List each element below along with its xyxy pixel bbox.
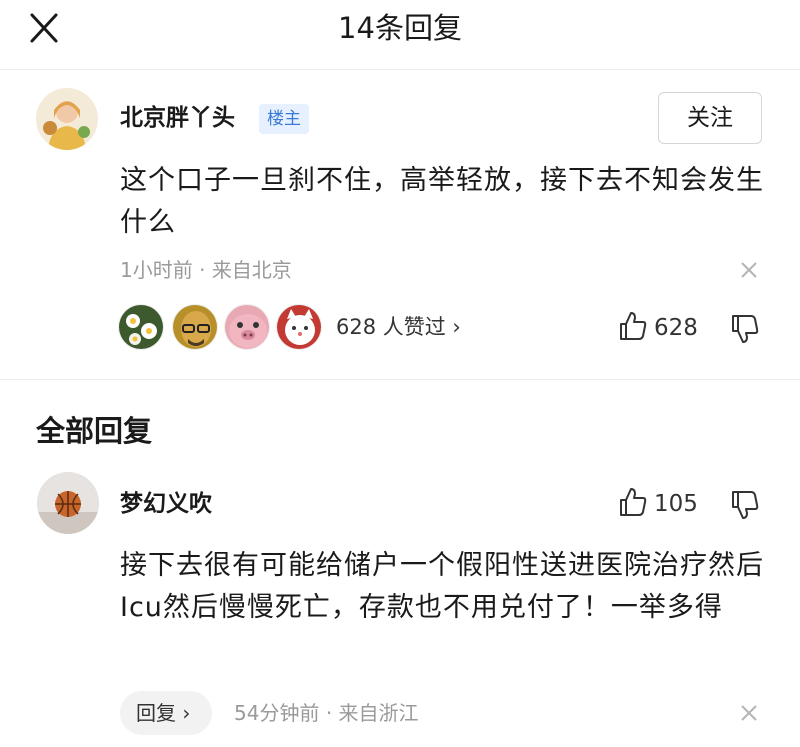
op-badge: 楼主: [259, 104, 309, 134]
reply-meta: 54分钟前 · 来自浙江: [234, 698, 419, 728]
comment-text: 这个口子一旦刹不住，高举轻放，接下去不知会发生什么: [120, 165, 764, 238]
header-bar: 14条回复: [0, 0, 800, 70]
meta-separator: ·: [325, 701, 333, 725]
thumbs-up-icon[interactable]: [618, 310, 648, 346]
thumbs-down-icon[interactable]: [730, 488, 760, 524]
like-count: 628: [654, 315, 698, 341]
cartoon-cat-avatar[interactable]: [276, 304, 322, 350]
reply-time: 54分钟前: [234, 701, 320, 725]
author-avatar[interactable]: [36, 88, 98, 150]
page-title: 14条回复: [338, 11, 462, 45]
comment-location: 来自北京: [211, 258, 292, 282]
author-name[interactable]: 北京胖丫头: [120, 101, 235, 135]
reply-location: 来自浙江: [338, 701, 419, 725]
thumbs-down-icon[interactable]: [730, 312, 760, 348]
all-replies-heading: 全部回复: [36, 414, 153, 448]
pink-pig-avatar[interactable]: [224, 304, 270, 350]
comment-time: 1小时前: [120, 258, 193, 282]
reply-button[interactable]: 回复 ›: [120, 691, 212, 735]
meta-separator: ·: [199, 258, 206, 282]
narcissus-flower-avatar[interactable]: [118, 304, 164, 350]
likes-summary-link[interactable]: 628 人赞过 ›: [336, 312, 461, 342]
dismiss-icon[interactable]: [738, 259, 760, 281]
thumbs-up-icon[interactable]: [618, 486, 648, 522]
reply-text: 接下去很有可能给储户一个假阳性送进医院治疗然后Icu然后慢慢死亡，存款也不用兑付…: [120, 550, 764, 623]
reply-author-name[interactable]: 梦幻义吹: [120, 487, 212, 521]
reply-like-count: 105: [654, 491, 698, 517]
dismiss-icon[interactable]: [738, 702, 760, 724]
follow-button[interactable]: 关注: [658, 92, 762, 144]
reply-author-avatar[interactable]: [37, 472, 99, 534]
section-divider: [0, 379, 800, 380]
bald-man-glasses-avatar[interactable]: [172, 304, 218, 350]
comment-meta: 1小时前 · 来自北京: [120, 255, 292, 285]
